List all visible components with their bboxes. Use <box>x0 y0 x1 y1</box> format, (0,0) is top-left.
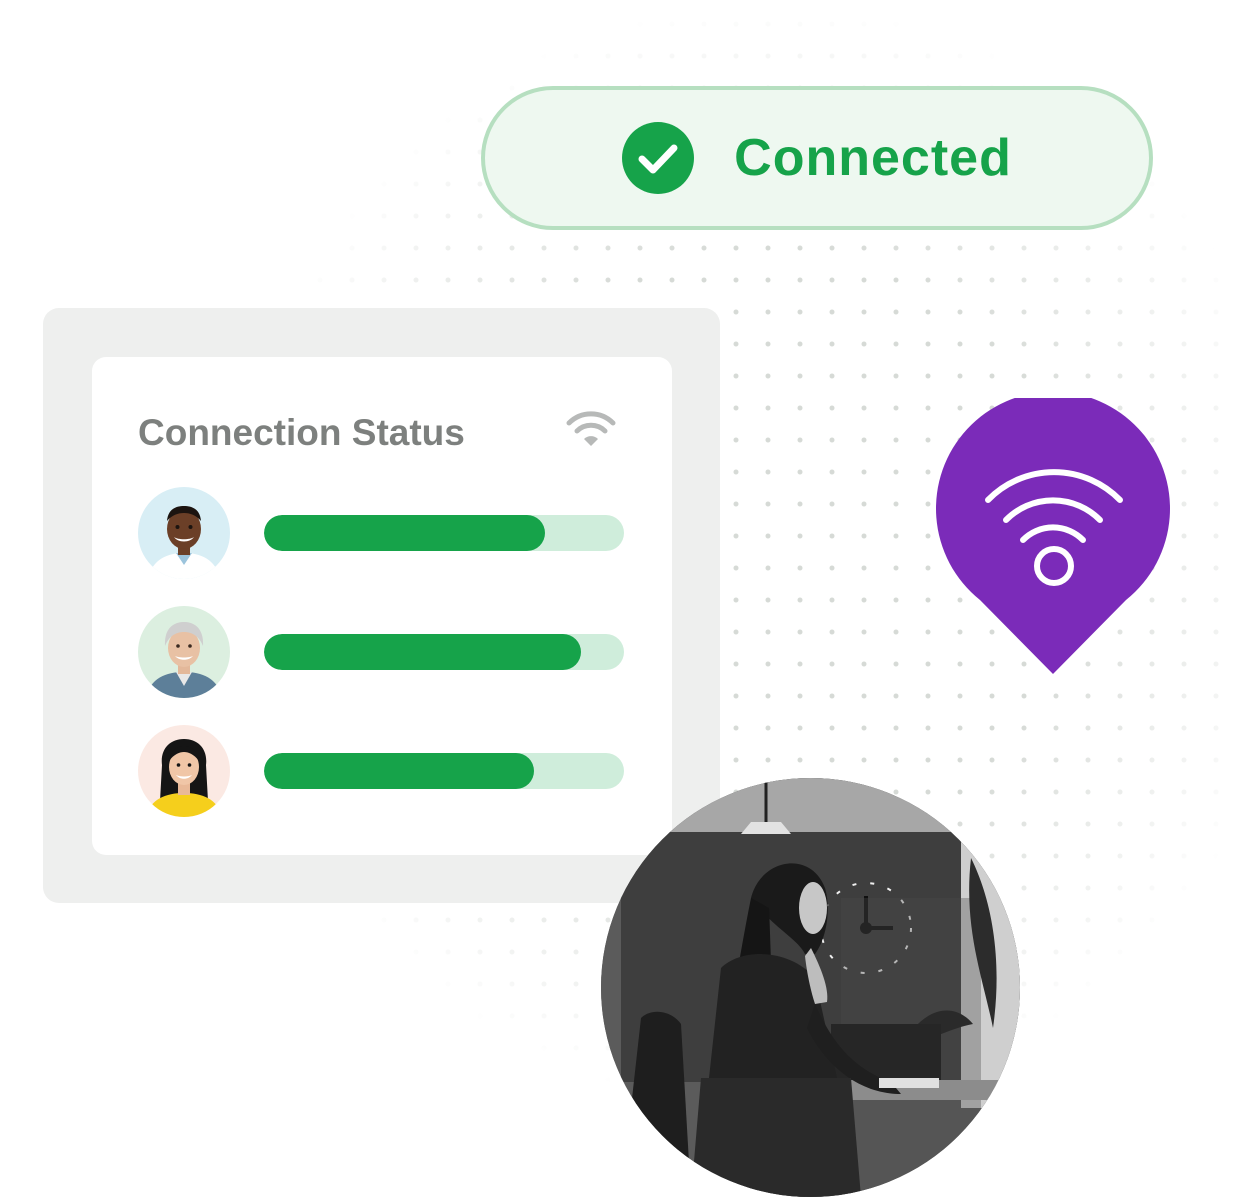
connection-bar-fill <box>264 753 534 789</box>
user-avatar <box>138 725 230 817</box>
card-title: Connection Status <box>138 412 465 453</box>
user-row <box>138 606 624 698</box>
check-circle-icon <box>622 122 695 194</box>
connection-bar <box>264 634 624 670</box>
user-avatar <box>138 487 230 579</box>
wifi-icon <box>566 411 616 446</box>
connection-bar-fill <box>264 515 545 551</box>
wifi-location-pin-icon <box>936 398 1170 674</box>
user-avatar <box>138 606 230 698</box>
connection-bar <box>264 515 624 551</box>
user-row <box>138 487 624 579</box>
connected-status-pill: Connected <box>481 86 1153 230</box>
woman-at-desk-photo <box>601 778 1020 1197</box>
user-row <box>138 725 624 817</box>
connection-bar-fill <box>264 634 581 670</box>
connection-bar <box>264 753 624 789</box>
connection-status-card: Connection Status <box>92 357 672 855</box>
connected-label: Connected <box>734 129 1012 187</box>
